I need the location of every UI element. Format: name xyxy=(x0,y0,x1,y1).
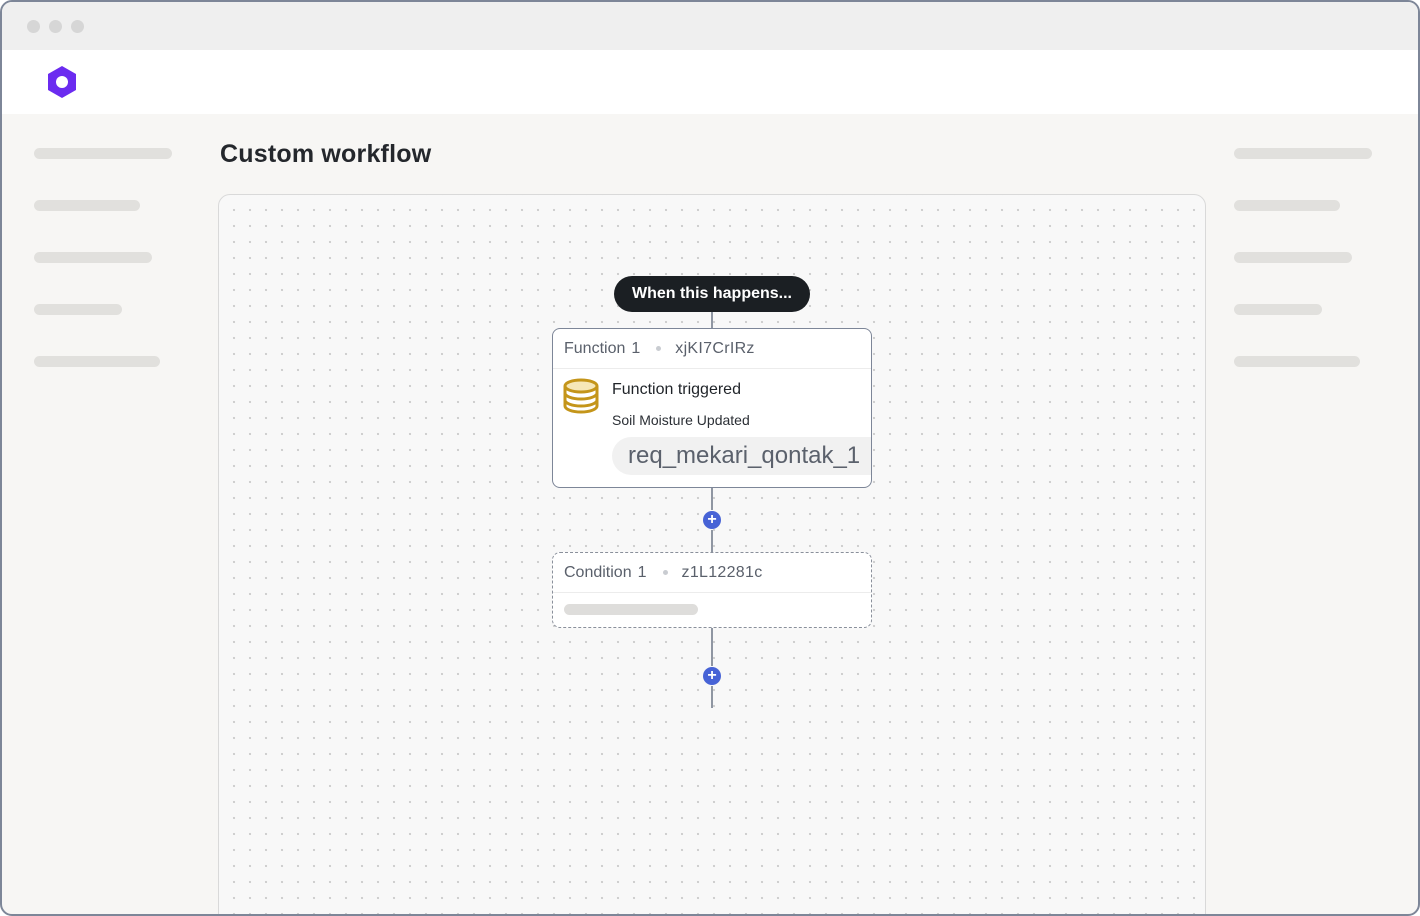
right-item-placeholder[interactable] xyxy=(1234,304,1322,315)
sidebar-item-placeholder[interactable] xyxy=(34,200,140,211)
window-titlebar xyxy=(2,2,1418,50)
connector-line xyxy=(711,488,713,510)
condition-placeholder xyxy=(564,604,698,615)
function-subtitle: Soil Moisture Updated xyxy=(612,412,750,428)
condition-node-card[interactable]: Condition 1 z1L12281c xyxy=(552,552,872,628)
window-maximize-dot[interactable] xyxy=(71,20,84,33)
node-id: xjKI7CrIRz xyxy=(675,339,755,357)
condition-node-header: Condition 1 z1L12281c xyxy=(553,553,871,593)
right-item-placeholder[interactable] xyxy=(1234,200,1340,211)
right-item-placeholder[interactable] xyxy=(1234,252,1352,263)
sidebar-item-placeholder[interactable] xyxy=(34,252,152,263)
connector-line xyxy=(711,312,713,328)
node-number: 1 xyxy=(637,563,647,581)
separator-dot xyxy=(656,346,662,351)
database-icon xyxy=(563,378,599,414)
function-node-card[interactable]: Function 1 xjKI7CrIRz Function triggered… xyxy=(552,328,872,488)
trigger-pill[interactable]: When this happens... xyxy=(614,276,810,312)
connector-line xyxy=(711,686,713,708)
page-title: Custom workflow xyxy=(220,140,432,168)
app-window: Custom workflow When this happens... Fun… xyxy=(0,0,1420,916)
plus-icon: + xyxy=(707,667,717,684)
sidebar-item-placeholder[interactable] xyxy=(34,356,160,367)
function-chip[interactable]: req_mekari_qontak_1 xyxy=(612,437,871,475)
add-step-button[interactable]: + xyxy=(703,667,721,685)
function-title: Function triggered xyxy=(612,381,741,398)
window-minimize-dot[interactable] xyxy=(49,20,62,33)
node-type-label: Condition xyxy=(564,563,632,581)
function-node-header: Function 1 xjKI7CrIRz xyxy=(553,329,871,369)
node-id: z1L12281c xyxy=(681,563,763,581)
window-close-dot[interactable] xyxy=(27,20,40,33)
hexagon-logo-icon[interactable] xyxy=(44,64,80,100)
add-step-button[interactable]: + xyxy=(703,511,721,529)
node-type-label: Function xyxy=(564,339,626,357)
app-header xyxy=(2,50,1418,114)
connector-line xyxy=(711,628,713,666)
separator-dot xyxy=(662,570,668,575)
right-item-placeholder[interactable] xyxy=(1234,148,1372,159)
connector-line xyxy=(711,530,713,552)
sidebar-item-placeholder[interactable] xyxy=(34,148,172,159)
right-item-placeholder[interactable] xyxy=(1234,356,1360,367)
sidebar-item-placeholder[interactable] xyxy=(34,304,122,315)
plus-icon: + xyxy=(707,511,717,528)
node-number: 1 xyxy=(631,339,641,357)
